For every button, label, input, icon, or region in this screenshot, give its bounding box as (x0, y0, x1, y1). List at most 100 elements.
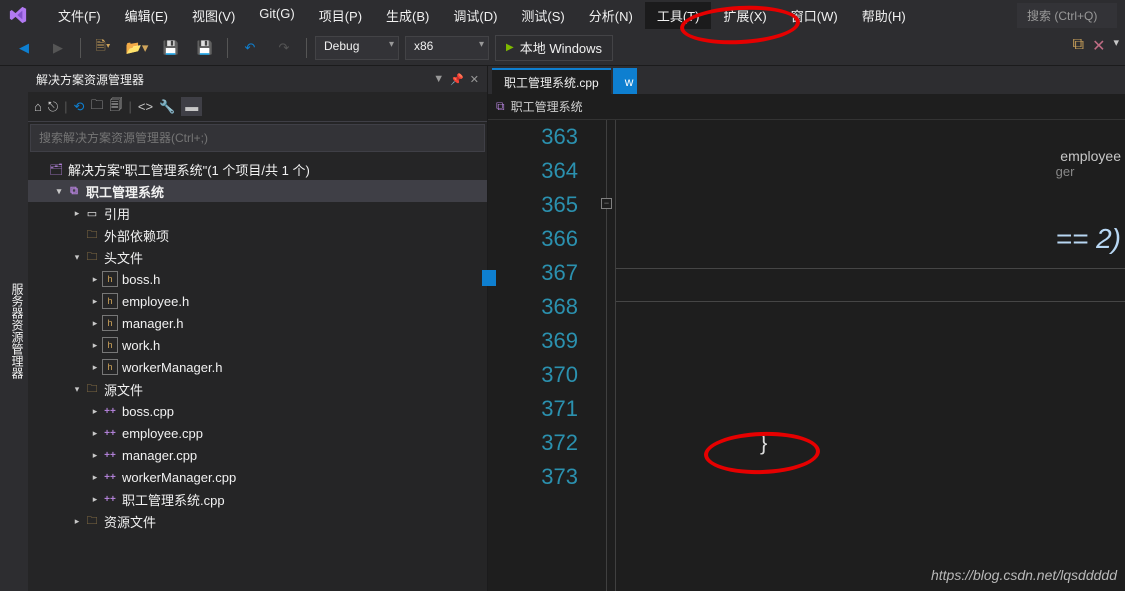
undo-button[interactable]: ↶ (236, 35, 264, 61)
header-file[interactable]: ▸hmanager.h (28, 312, 487, 334)
code-line[interactable] (640, 222, 1125, 256)
expand-icon[interactable]: ▸ (88, 296, 102, 307)
start-debug-button[interactable]: ▶ 本地 Windows (495, 35, 613, 61)
nav-back-button[interactable]: ◀ (10, 35, 38, 61)
headers-folder[interactable]: ▾🗀头文件 (28, 246, 487, 268)
panel-pin-icon[interactable]: 📌 (450, 73, 464, 86)
tab-file-2[interactable]: w (613, 68, 637, 94)
close-panel-icon[interactable]: ✕ (1092, 36, 1105, 56)
code-line[interactable] (640, 154, 1125, 188)
menu-item-3[interactable]: Git(G) (247, 2, 306, 29)
expand-icon[interactable]: ▸ (88, 428, 102, 439)
sources-folder[interactable]: ▾🗀源文件 (28, 378, 487, 400)
home-icon[interactable]: ⌂ (34, 99, 42, 114)
menu-item-5[interactable]: 生成(B) (374, 2, 441, 29)
menu-item-8[interactable]: 分析(N) (577, 2, 645, 29)
live-share-icon[interactable]: ⧉ (1073, 36, 1084, 56)
code-line[interactable]: } (640, 426, 1125, 460)
menu-item-4[interactable]: 项目(P) (307, 2, 374, 29)
global-search-input[interactable]: 搜索 (Ctrl+Q) (1017, 3, 1117, 28)
references-node[interactable]: ▸▭引用 (28, 202, 487, 224)
tree-label: workerManager.h (122, 360, 222, 375)
fold-column: − (598, 120, 616, 591)
dropdown-icon[interactable]: ▾ (1113, 36, 1119, 56)
source-file[interactable]: ▸++employee.cpp (28, 422, 487, 444)
menu-item-11[interactable]: 窗口(W) (779, 2, 850, 29)
expand-icon[interactable]: ▸ (70, 516, 84, 527)
code-line[interactable] (640, 324, 1125, 358)
project-node[interactable]: ▾⧉职工管理系统 (28, 180, 487, 202)
fold-toggle-icon[interactable]: − (601, 198, 612, 209)
menu-item-6[interactable]: 调试(D) (441, 2, 509, 29)
menu-item-1[interactable]: 编辑(E) (113, 2, 180, 29)
code-line[interactable] (640, 358, 1125, 392)
source-file[interactable]: ▸++boss.cpp (28, 400, 487, 422)
menu-item-10[interactable]: 扩展(X) (711, 2, 778, 29)
expand-icon[interactable]: ▸ (88, 406, 102, 417)
show-all-icon[interactable]: 🗀 (90, 96, 103, 118)
code-line[interactable] (640, 392, 1125, 426)
header-file[interactable]: ▸hboss.h (28, 268, 487, 290)
menu-item-12[interactable]: 帮助(H) (850, 2, 918, 29)
expand-icon[interactable]: ▸ (88, 274, 102, 285)
resources-folder[interactable]: ▸🗀资源文件 (28, 510, 487, 532)
code-area[interactable]: 363364365366367368369370371372373 − } (488, 120, 1125, 591)
header-file[interactable]: ▸hworkerManager.h (28, 356, 487, 378)
solution-search-input[interactable] (30, 124, 485, 152)
panel-dropdown-icon[interactable]: ▼ (433, 73, 444, 86)
source-file[interactable]: ▸++manager.cpp (28, 444, 487, 466)
header-file[interactable]: ▸hwork.h (28, 334, 487, 356)
background-code-ghost: employee ger == 2) (1056, 148, 1125, 255)
expand-icon[interactable]: ▸ (88, 494, 102, 505)
external-deps-node[interactable]: 🗀外部依赖项 (28, 224, 487, 246)
source-file[interactable]: ▸++职工管理系统.cpp (28, 488, 487, 510)
sync-icon[interactable]: ⟲ (74, 99, 85, 115)
code-line[interactable] (640, 188, 1125, 222)
properties-icon[interactable]: 🔧 (159, 99, 175, 115)
expand-icon[interactable]: ▸ (88, 472, 102, 483)
solution-root-icon: 🗂 (48, 161, 64, 177)
save-button[interactable]: 💾 (157, 35, 185, 61)
refresh-icon[interactable]: 🗐 (109, 96, 122, 118)
new-project-button[interactable]: 🗎▾ (89, 35, 117, 61)
menu-item-7[interactable]: 测试(S) (509, 2, 576, 29)
redo-button[interactable]: ↷ (270, 35, 298, 61)
code-view-icon[interactable]: <> (138, 99, 153, 114)
code-text[interactable]: } (616, 120, 1125, 591)
menu-item-2[interactable]: 视图(V) (180, 2, 247, 29)
code-line[interactable] (640, 460, 1125, 494)
tab-file-1[interactable]: 职工管理系统.cpp (492, 68, 611, 94)
open-button[interactable]: 📂▾ (123, 35, 151, 61)
panel-title-label: 解决方案资源管理器 (36, 71, 144, 88)
expand-icon[interactable]: ▸ (88, 340, 102, 351)
code-line[interactable] (640, 120, 1125, 154)
ghost-text: ger (1056, 164, 1125, 179)
tree-label: 引用 (104, 204, 130, 223)
view-icon[interactable]: ⎋ (48, 99, 58, 115)
expand-icon[interactable]: ▾ (70, 252, 84, 263)
expand-icon[interactable]: ▸ (70, 208, 84, 219)
expand-icon[interactable]: ▾ (70, 384, 84, 395)
menu-item-0[interactable]: 文件(F) (46, 2, 113, 29)
expand-icon[interactable]: ▸ (88, 318, 102, 329)
menu-item-9[interactable]: 工具(T) (645, 2, 712, 29)
nav-fwd-button[interactable]: ▶ (44, 35, 72, 61)
source-file[interactable]: ▸++workerManager.cpp (28, 466, 487, 488)
save-all-button[interactable]: 💾 (191, 35, 219, 61)
editor-nav-bar[interactable]: ⧉ 职工管理系统 (488, 94, 1125, 120)
expand-icon[interactable]: ▸ (88, 362, 102, 373)
platform-combo[interactable]: x86 (405, 36, 489, 60)
panel-close-icon[interactable]: ✕ (470, 73, 479, 86)
tree-label: employee.cpp (122, 426, 203, 441)
current-line-highlight (616, 268, 1125, 302)
solution-root[interactable]: 🗂解决方案"职工管理系统"(1 个项目/共 1 个) (28, 158, 487, 180)
toggle-icon[interactable]: ▬ (181, 97, 202, 116)
expand-icon[interactable]: ▾ (52, 186, 66, 197)
tree-label: 头文件 (104, 248, 143, 267)
server-explorer-tab[interactable]: 服务器资源管理器 (7, 277, 28, 385)
expand-icon[interactable]: ▸ (88, 450, 102, 461)
solution-tree: 🗂解决方案"职工管理系统"(1 个项目/共 1 个)▾⧉职工管理系统▸▭引用🗀外… (28, 154, 487, 591)
config-combo[interactable]: Debug (315, 36, 399, 60)
bookmark-icon[interactable] (482, 270, 496, 286)
header-file[interactable]: ▸hemployee.h (28, 290, 487, 312)
